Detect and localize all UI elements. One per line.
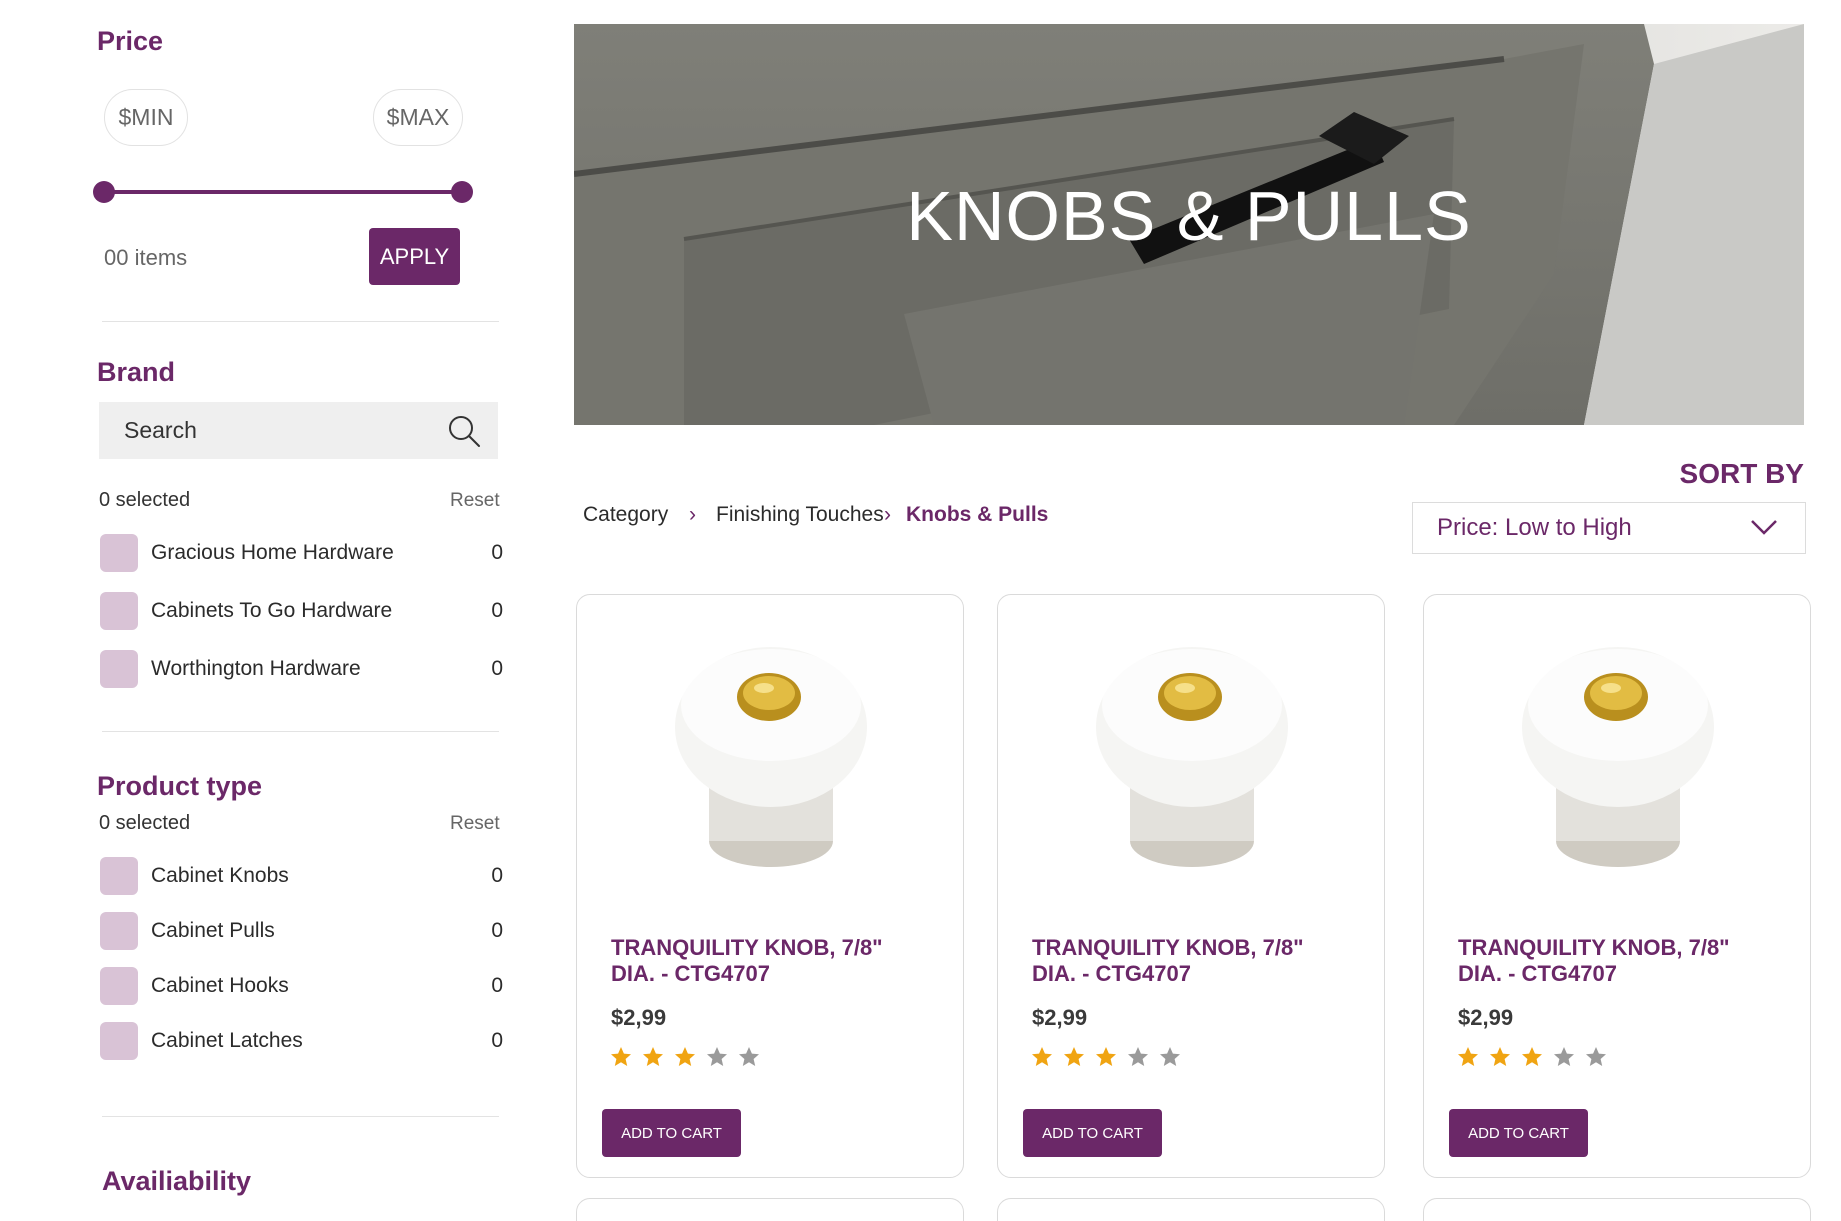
star-filled-icon xyxy=(611,1047,631,1066)
product-type-checkbox[interactable] xyxy=(100,1022,138,1060)
search-icon[interactable] xyxy=(446,413,482,449)
product-type-option-label: Cabinet Pulls xyxy=(151,919,275,942)
hero-title: KNOBS & PULLS xyxy=(906,176,1472,255)
price-max-input[interactable]: $MAX xyxy=(373,89,463,146)
product-rating xyxy=(1030,1045,1182,1069)
price-slider-max-handle[interactable] xyxy=(451,181,473,203)
brand-checkbox[interactable] xyxy=(100,534,138,572)
brand-option-count: 0 xyxy=(491,657,503,680)
star-empty-icon xyxy=(1128,1047,1148,1066)
product-type-selected-count: 0 selected xyxy=(99,812,191,834)
breadcrumb-item-category[interactable]: Category xyxy=(583,503,668,527)
product-rating xyxy=(609,1045,761,1069)
sort-select[interactable]: Price: Low to High xyxy=(1412,502,1806,554)
breadcrumb-item-current: Knobs & Pulls xyxy=(906,503,1049,526)
product-price: $2,99 xyxy=(1458,1005,1514,1030)
product-card[interactable]: TRANQUILITY KNOB, 7/8" DIA. - CTG4707 $2… xyxy=(1423,594,1811,1178)
brand-option-label: Cabinets To Go Hardware xyxy=(151,599,393,622)
product-card[interactable]: TRANQUILITY KNOB, 7/8" DIA. - CTG4707 $2… xyxy=(997,594,1385,1178)
breadcrumb-separator-icon: › xyxy=(689,503,696,526)
star-empty-icon xyxy=(1554,1047,1574,1066)
product-type-option-count: 0 xyxy=(491,974,503,997)
product-type-option-label: Cabinet Latches xyxy=(151,1029,303,1052)
brand-checkbox[interactable] xyxy=(100,650,138,688)
category-hero-banner: KNOBS & PULLS xyxy=(574,24,1804,425)
product-type-option[interactable]: Cabinet Knobs 0 xyxy=(100,857,503,897)
product-title[interactable]: TRANQUILITY KNOB, 7/8" DIA. - CTG4707 xyxy=(1458,935,1778,987)
product-type-option-count: 0 xyxy=(491,1029,503,1052)
sort-selected-value: Price: Low to High xyxy=(1437,514,1632,541)
add-to-cart-button[interactable]: ADD TO CART xyxy=(1023,1109,1162,1157)
star-filled-icon xyxy=(1032,1047,1052,1066)
star-filled-icon xyxy=(1064,1047,1084,1066)
brand-selected-count: 0 selected xyxy=(99,489,191,511)
product-price: $2,99 xyxy=(611,1005,667,1030)
product-image[interactable] xyxy=(1090,645,1294,875)
product-card[interactable]: TRANQUILITY KNOB, 7/8" DIA. - CTG4707 $2… xyxy=(576,594,964,1178)
star-filled-icon xyxy=(1096,1047,1116,1066)
divider xyxy=(102,1116,499,1117)
product-type-option-label: Cabinet Hooks xyxy=(151,974,289,997)
product-card[interactable] xyxy=(1423,1198,1811,1221)
price-filter-title: Price xyxy=(97,26,164,56)
product-image[interactable] xyxy=(1516,645,1720,875)
product-card[interactable] xyxy=(997,1198,1385,1221)
brand-search-placeholder: Search xyxy=(124,417,197,443)
star-filled-icon xyxy=(1458,1047,1478,1066)
breadcrumb-separator-icon: › xyxy=(884,503,891,526)
brand-checkbox[interactable] xyxy=(100,592,138,630)
product-type-checkbox[interactable] xyxy=(100,912,138,950)
product-image[interactable] xyxy=(669,645,873,875)
product-card[interactable] xyxy=(576,1198,964,1221)
product-rating xyxy=(1456,1045,1608,1069)
star-empty-icon xyxy=(1160,1047,1180,1066)
product-type-option[interactable]: Cabinet Hooks 0 xyxy=(100,967,503,1007)
brand-option-count: 0 xyxy=(491,599,503,622)
price-min-input[interactable]: $MIN xyxy=(104,89,188,146)
product-type-option[interactable]: Cabinet Latches 0 xyxy=(100,1022,503,1062)
product-title[interactable]: TRANQUILITY KNOB, 7/8" DIA. - CTG4707 xyxy=(1032,935,1352,987)
divider xyxy=(102,731,499,732)
brand-option[interactable]: Cabinets To Go Hardware 0 xyxy=(100,592,503,632)
star-empty-icon xyxy=(739,1047,759,1066)
brand-option-count: 0 xyxy=(491,541,503,564)
apply-price-button[interactable]: APPLY xyxy=(369,228,460,285)
availability-filter-title: Availiability xyxy=(102,1166,252,1196)
brand-option[interactable]: Worthington Hardware 0 xyxy=(100,650,503,690)
product-type-option-label: Cabinet Knobs xyxy=(151,864,289,887)
brand-option-label: Worthington Hardware xyxy=(151,657,361,680)
star-empty-icon xyxy=(707,1047,727,1066)
star-empty-icon xyxy=(1586,1047,1606,1066)
breadcrumb-item-finishing-touches[interactable]: Finishing Touches xyxy=(716,503,884,527)
product-title[interactable]: TRANQUILITY KNOB, 7/8" DIA. - CTG4707 xyxy=(611,935,931,987)
brand-filter-title: Brand xyxy=(97,357,176,387)
price-slider-min-handle[interactable] xyxy=(93,181,115,203)
product-type-filter-title: Product type xyxy=(97,771,263,801)
product-price: $2,99 xyxy=(1032,1005,1088,1030)
product-type-checkbox[interactable] xyxy=(100,967,138,1005)
chevron-down-icon xyxy=(1751,520,1777,535)
price-items-count: 00 items xyxy=(104,245,188,270)
brand-option[interactable]: Gracious Home Hardware 0 xyxy=(100,534,503,574)
product-type-option[interactable]: Cabinet Pulls 0 xyxy=(100,912,503,952)
add-to-cart-button[interactable]: ADD TO CART xyxy=(1449,1109,1588,1157)
product-type-reset-link[interactable]: Reset xyxy=(450,813,500,835)
add-to-cart-button[interactable]: ADD TO CART xyxy=(602,1109,741,1157)
product-type-option-count: 0 xyxy=(491,919,503,942)
sort-by-label: SORT BY xyxy=(1679,458,1804,489)
star-filled-icon xyxy=(1522,1047,1542,1066)
product-type-option-count: 0 xyxy=(491,864,503,887)
price-slider-track[interactable] xyxy=(104,190,460,194)
divider xyxy=(102,321,499,322)
star-filled-icon xyxy=(675,1047,695,1066)
star-filled-icon xyxy=(1490,1047,1510,1066)
brand-search-input[interactable]: Search xyxy=(99,402,498,459)
star-filled-icon xyxy=(643,1047,663,1066)
brand-reset-link[interactable]: Reset xyxy=(450,490,500,512)
product-type-checkbox[interactable] xyxy=(100,857,138,895)
brand-option-label: Gracious Home Hardware xyxy=(151,541,394,564)
